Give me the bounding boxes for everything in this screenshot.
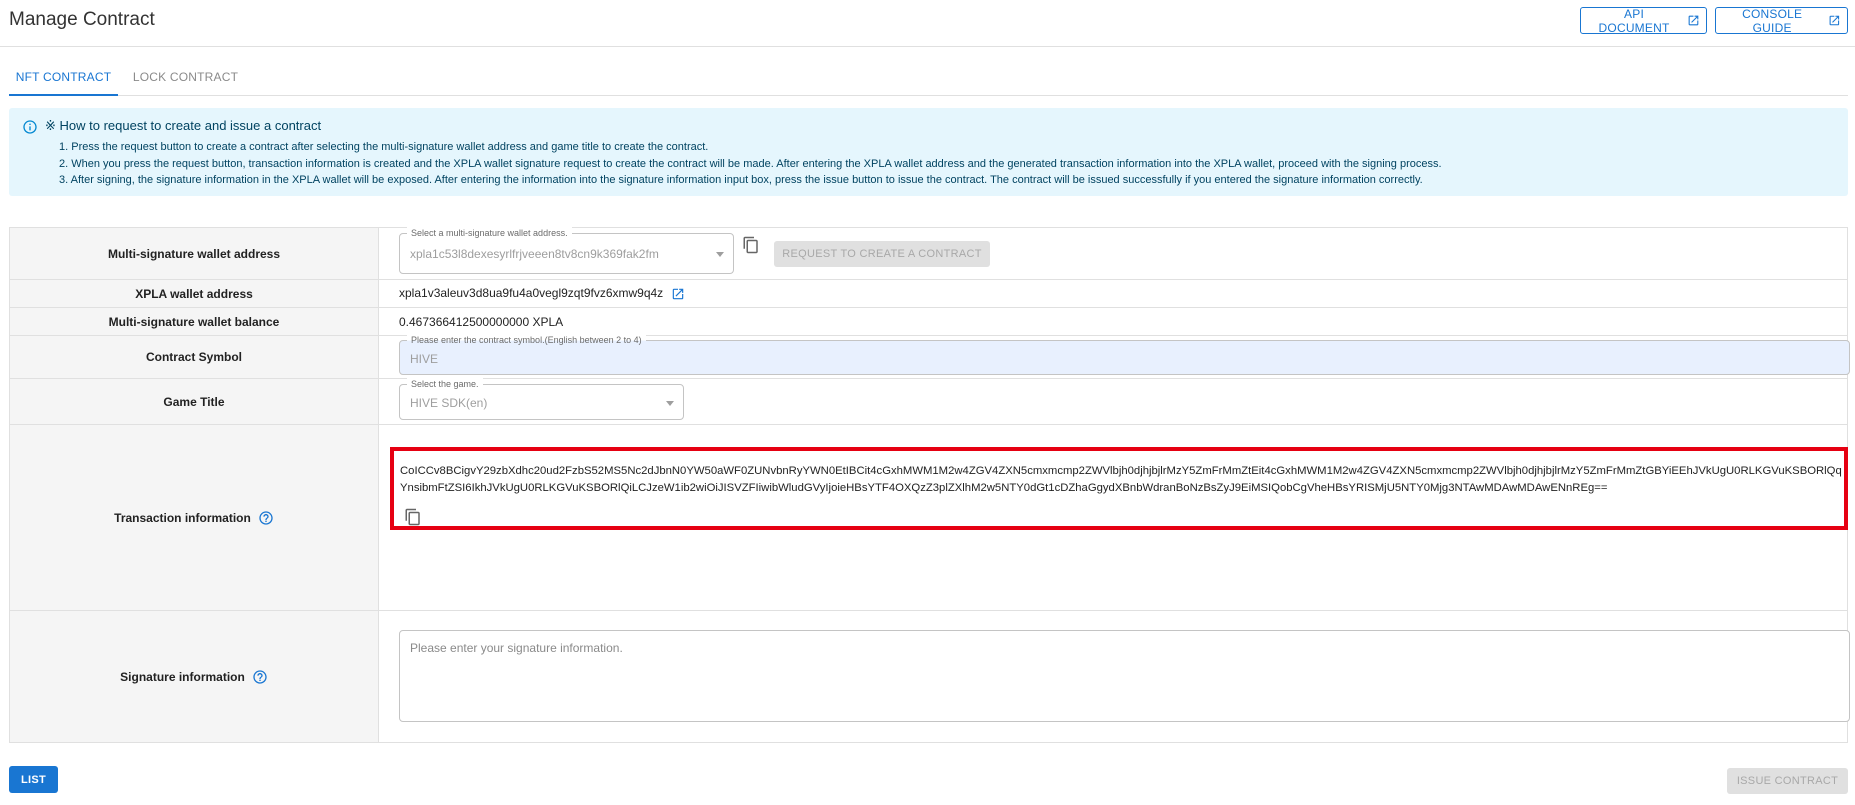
contract-symbol-input[interactable]: Please enter the contract symbol.(Englis… <box>399 334 1850 375</box>
xpla-address-label: XPLA wallet address <box>10 280 379 307</box>
game-title-legend: Select the game. <box>407 378 483 390</box>
multisig-balance-value: 0.467366412500000000 XPLA <box>399 315 564 329</box>
row-contract-symbol: Contract Symbol Please enter the contrac… <box>10 334 1850 379</box>
contract-symbol-label: Contract Symbol <box>10 336 379 378</box>
multisig-address-legend: Select a multi-signature wallet address. <box>407 227 572 239</box>
row-transaction-info: Transaction information CoICCv8BCigvY29z… <box>10 425 1848 611</box>
signature-info-textarea[interactable] <box>399 630 1850 722</box>
contract-tabs: NFT CONTRACT LOCK CONTRACT <box>9 60 1848 96</box>
tab-nft-contract[interactable]: NFT CONTRACT <box>9 60 118 96</box>
request-create-contract-button[interactable]: REQUEST TO CREATE A CONTRACT <box>774 241 990 267</box>
info-alert: ※ How to request to create and issue a c… <box>9 108 1848 196</box>
multisig-balance-cell: 0.467366412500000000 XPLA <box>379 308 1847 335</box>
row-multisig-address: Multi-signature wallet address Select a … <box>10 227 1847 280</box>
page-title: Manage Contract <box>9 9 155 30</box>
copy-icon[interactable] <box>404 508 422 526</box>
external-link-icon <box>1829 15 1840 26</box>
external-link-icon[interactable] <box>671 287 685 301</box>
transaction-info-value: CoICCv8BCigvY29zbXdhc20ud2FzbS52MS5Nc2dJ… <box>400 465 1842 494</box>
help-icon[interactable] <box>258 510 274 526</box>
info-step: 2. When you press the request button, tr… <box>59 157 1442 170</box>
api-document-button[interactable]: API DOCUMENT <box>1580 6 1707 35</box>
signature-info-label-cell: Signature information <box>10 611 379 742</box>
transaction-info-cell: CoICCv8BCigvY29zbXdhc20ud2FzbS52MS5Nc2dJ… <box>379 425 1848 610</box>
contract-form: Multi-signature wallet address Select a … <box>9 227 1850 743</box>
api-document-label: API DOCUMENT <box>1598 6 1670 35</box>
row-xpla-address: XPLA wallet address xpla1v3aleuv3d8ua9fu… <box>10 280 1847 308</box>
contract-symbol-legend: Please enter the contract symbol.(Englis… <box>407 334 646 346</box>
game-title-label: Game Title <box>10 379 379 424</box>
transaction-info-highlight: CoICCv8BCigvY29zbXdhc20ud2FzbS52MS5Nc2dJ… <box>390 447 1848 530</box>
transaction-info-label: Transaction information <box>114 510 251 525</box>
info-icon <box>23 120 37 134</box>
xpla-address-text-wrap: xpla1v3aleuv3d8ua9fu4a0vegl9zqt9fvz6xmw9… <box>399 286 685 301</box>
row-multisig-balance: Multi-signature wallet balance 0.4673664… <box>10 308 1847 336</box>
multisig-address-label: Multi-signature wallet address <box>10 228 379 279</box>
game-title-select[interactable]: Select the game. HIVE SDK(en) <box>399 378 684 420</box>
game-title-cell: Select the game. HIVE SDK(en) <box>379 378 1847 424</box>
multisig-address-value: Select a multi-signature wallet address.… <box>379 227 1847 279</box>
page-header: Manage Contract API DOCUMENT CONSOLE GUI… <box>0 0 1855 47</box>
tab-lock-contract[interactable]: LOCK CONTRACT <box>122 60 249 95</box>
multisig-balance-label: Multi-signature wallet balance <box>10 308 379 335</box>
info-step: 1. Press the request button to create a … <box>59 141 709 153</box>
info-step: 3. After signing, the signature informat… <box>59 174 1423 186</box>
console-guide-button[interactable]: CONSOLE GUIDE <box>1715 6 1848 35</box>
issue-contract-button[interactable]: ISSUE CONTRACT <box>1727 768 1848 794</box>
copy-icon[interactable] <box>742 236 760 254</box>
multisig-address-selected: xpla1c53l8dexesyrlfrjveeen8tv8cn9k369fak… <box>410 247 659 261</box>
chevron-down-icon <box>716 252 724 257</box>
contract-symbol-cell: Please enter the contract symbol.(Englis… <box>379 334 1850 378</box>
multisig-address-select[interactable]: Select a multi-signature wallet address.… <box>399 227 734 274</box>
contract-symbol-value: HIVE <box>410 352 439 366</box>
chevron-down-icon <box>666 401 674 406</box>
signature-info-cell <box>379 611 1850 742</box>
info-steps: 1. Press the request button to create a … <box>59 139 1442 189</box>
console-guide-label: CONSOLE GUIDE <box>1742 6 1803 35</box>
list-button[interactable]: LIST <box>9 766 58 793</box>
xpla-address-value: xpla1v3aleuv3d8ua9fu4a0vegl9zqt9fvz6xmw9… <box>399 286 664 300</box>
help-icon[interactable] <box>252 669 268 685</box>
row-game-title: Game Title Select the game. HIVE SDK(en) <box>10 378 1847 425</box>
transaction-info-label-cell: Transaction information <box>10 425 379 610</box>
row-signature-info: Signature information <box>10 611 1850 742</box>
game-title-selected: HIVE SDK(en) <box>410 396 488 410</box>
external-link-icon <box>1688 15 1699 26</box>
xpla-address-value-cell: xpla1v3aleuv3d8ua9fu4a0vegl9zqt9fvz6xmw9… <box>379 280 1847 307</box>
signature-info-label: Signature information <box>120 669 245 684</box>
info-title: ※ How to request to create and issue a c… <box>45 118 322 133</box>
